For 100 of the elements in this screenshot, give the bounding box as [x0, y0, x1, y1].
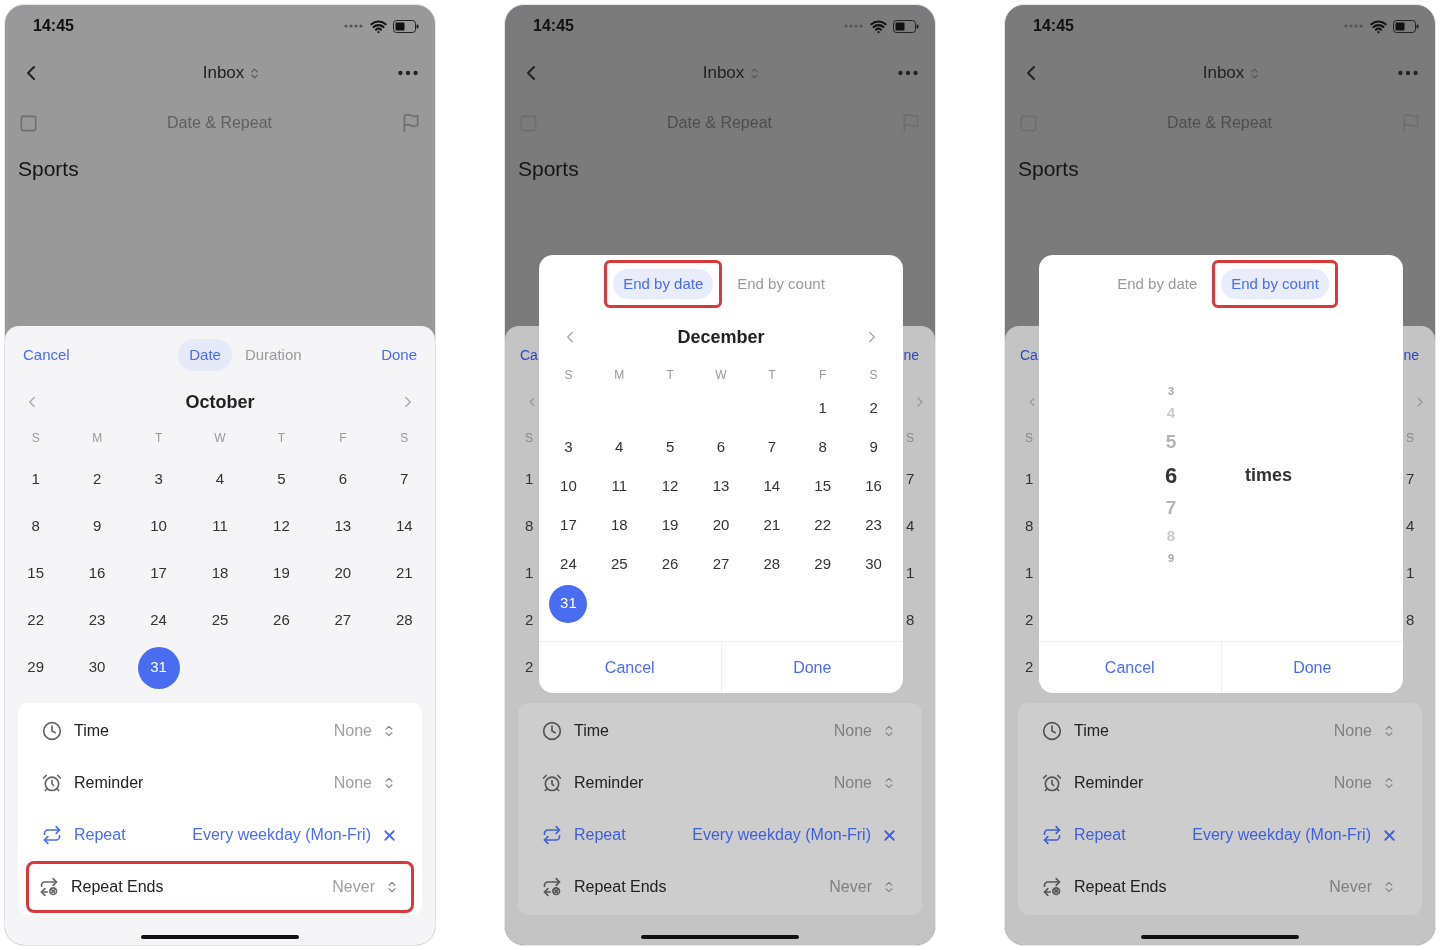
- calendar-day[interactable]: 14: [395, 515, 413, 538]
- flag-icon[interactable]: [401, 113, 421, 133]
- count-option[interactable]: 6: [1164, 457, 1178, 493]
- setting-label[interactable]: Reminder: [574, 771, 644, 795]
- calendar-day[interactable]: 12: [273, 515, 290, 538]
- calendar-day[interactable]: 11: [212, 515, 228, 538]
- calendar-day[interactable]: 13: [712, 475, 730, 498]
- calendar-day[interactable]: 9: [92, 515, 102, 538]
- done-button[interactable]: ne: [1403, 344, 1419, 366]
- done-button[interactable]: Done: [721, 642, 903, 693]
- calendar-day[interactable]: 26: [661, 553, 679, 576]
- tab[interactable]: End by date: [613, 268, 714, 300]
- calendar-day[interactable]: 19: [661, 514, 679, 537]
- calendar-day[interactable]: 31: [549, 584, 588, 623]
- calendar-day[interactable]: 23: [865, 514, 882, 537]
- checkbox-icon[interactable]: [19, 113, 38, 133]
- calendar-day[interactable]: 4: [615, 436, 624, 459]
- calendar-day[interactable]: 24: [150, 609, 167, 632]
- setting-label[interactable]: Repeat Ends: [71, 875, 164, 899]
- calendar-day[interactable]: 30: [865, 553, 882, 576]
- calendar-day[interactable]: 12: [661, 475, 679, 498]
- calendar-day[interactable]: 28: [395, 609, 413, 632]
- calendar-day[interactable]: 13: [334, 515, 352, 538]
- calendar-day: 8: [525, 515, 534, 538]
- tab[interactable]: Date: [178, 338, 232, 372]
- done-button[interactable]: ne: [903, 344, 919, 366]
- setting-label[interactable]: Repeat: [574, 823, 626, 847]
- cancel-button[interactable]: Cancel: [23, 343, 70, 367]
- calendar-day[interactable]: 24: [560, 553, 577, 576]
- calendar-day[interactable]: 17: [150, 562, 167, 585]
- weekday-label: M: [91, 430, 104, 447]
- calendar-day[interactable]: 16: [865, 475, 882, 498]
- calendar-day[interactable]: 8: [31, 515, 40, 538]
- calendar-day[interactable]: 4: [215, 468, 225, 491]
- cancel-button[interactable]: Cancel: [539, 642, 722, 693]
- calendar-day[interactable]: 19: [273, 562, 290, 585]
- calendar-day[interactable]: 21: [763, 514, 781, 537]
- calendar-day[interactable]: 1: [31, 468, 40, 491]
- calendar-day[interactable]: 18: [610, 514, 628, 537]
- calendar-day[interactable]: 11: [611, 475, 628, 498]
- setting-label[interactable]: Repeat Ends: [1074, 875, 1167, 899]
- calendar-day[interactable]: 16: [88, 562, 106, 585]
- calendar-day[interactable]: 15: [27, 562, 45, 585]
- calendar-day[interactable]: 28: [763, 553, 781, 576]
- cancel-button[interactable]: Ca: [520, 344, 538, 366]
- calendar-day[interactable]: 29: [814, 553, 832, 576]
- calendar-day[interactable]: 27: [712, 553, 730, 576]
- calendar-day[interactable]: 26: [273, 609, 290, 632]
- calendar-day[interactable]: 3: [564, 436, 573, 459]
- setting-label[interactable]: Reminder: [1074, 771, 1144, 795]
- calendar-day[interactable]: 15: [814, 475, 832, 498]
- setting-label[interactable]: Time: [1074, 719, 1109, 743]
- setting-value[interactable]: Every weekday (Mon-Fri): [192, 823, 371, 847]
- calendar-day[interactable]: 27: [334, 609, 352, 632]
- calendar-day[interactable]: 25: [211, 609, 229, 632]
- calendar-day[interactable]: 9: [869, 436, 878, 459]
- calendar-day[interactable]: 3: [154, 468, 163, 491]
- calendar-day[interactable]: 20: [712, 514, 730, 537]
- calendar-day[interactable]: 21: [395, 562, 413, 585]
- calendar-day[interactable]: 18: [211, 562, 229, 585]
- tab[interactable]: End by count: [1221, 268, 1329, 300]
- task-title[interactable]: Sports: [518, 153, 579, 185]
- calendar-day[interactable]: 25: [610, 553, 628, 576]
- list-title[interactable]: Inbox: [1202, 60, 1245, 86]
- setting-label[interactable]: Time: [74, 719, 109, 743]
- calendar-day[interactable]: 14: [763, 475, 781, 498]
- calendar-day[interactable]: 29: [27, 656, 45, 679]
- task-title[interactable]: Sports: [18, 153, 79, 185]
- done-button[interactable]: Done: [381, 343, 417, 367]
- done-button[interactable]: Done: [1221, 642, 1403, 693]
- calendar-day[interactable]: 5: [665, 436, 675, 459]
- calendar-day[interactable]: 17: [560, 514, 577, 537]
- setting-label[interactable]: Reminder: [74, 771, 144, 795]
- calendar-day[interactable]: 8: [818, 436, 827, 459]
- setting-label[interactable]: Time: [574, 719, 609, 743]
- calendar-day[interactable]: 10: [150, 515, 167, 538]
- setting-label[interactable]: Repeat Ends: [574, 875, 667, 899]
- calendar-day[interactable]: 6: [338, 468, 347, 491]
- calendar-day[interactable]: 22: [27, 609, 45, 632]
- calendar-day[interactable]: 7: [767, 436, 776, 459]
- calendar-day[interactable]: 2: [869, 397, 878, 420]
- calendar-day[interactable]: 23: [88, 609, 106, 632]
- task-title[interactable]: Sports: [1018, 153, 1079, 185]
- list-title[interactable]: Inbox: [202, 60, 245, 86]
- calendar-day[interactable]: 20: [334, 562, 352, 585]
- calendar-day[interactable]: 5: [277, 468, 286, 491]
- calendar-day[interactable]: 22: [814, 514, 832, 537]
- setting-label[interactable]: Repeat: [1074, 823, 1126, 847]
- calendar-day[interactable]: 1: [818, 397, 827, 420]
- calendar-day[interactable]: 31: [137, 646, 180, 689]
- calendar-day[interactable]: 6: [716, 436, 726, 459]
- calendar-day[interactable]: 7: [400, 468, 409, 491]
- list-title[interactable]: Inbox: [702, 60, 745, 86]
- cancel-button[interactable]: Cancel: [1039, 642, 1222, 693]
- weekday-label: W: [213, 430, 227, 447]
- calendar-day[interactable]: 10: [560, 475, 577, 498]
- cancel-button[interactable]: Ca: [1020, 344, 1038, 366]
- calendar-day[interactable]: 2: [92, 468, 102, 491]
- setting-label[interactable]: Repeat: [74, 823, 126, 847]
- calendar-day[interactable]: 30: [88, 656, 106, 679]
